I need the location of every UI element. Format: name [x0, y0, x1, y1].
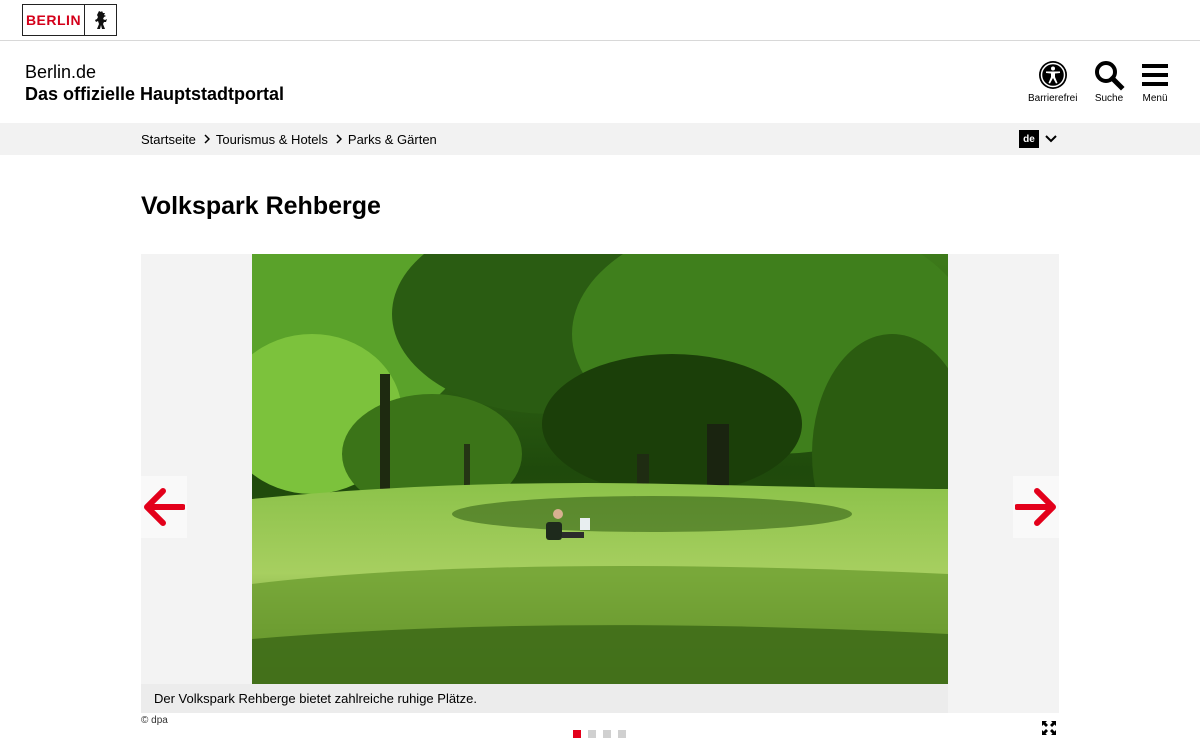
- slide-dot[interactable]: [618, 730, 626, 738]
- breadcrumb-item-tourism[interactable]: Tourismus & Hotels: [216, 132, 328, 147]
- menu-icon: [1141, 59, 1169, 91]
- accessibility-label: Barrierefrei: [1028, 93, 1078, 104]
- arrow-left-icon: [144, 488, 185, 526]
- slide-dot[interactable]: [588, 730, 596, 738]
- accessibility-icon: [1038, 59, 1068, 91]
- search-button[interactable]: Suche: [1093, 59, 1125, 104]
- image-caption: Der Volkspark Rehberge bietet zahlreiche…: [154, 691, 478, 706]
- site-claim[interactable]: Das offizielle Hauptstadtportal: [25, 83, 284, 105]
- menu-button[interactable]: Menü: [1141, 59, 1169, 104]
- site-name[interactable]: Berlin.de: [25, 61, 96, 83]
- chevron-down-icon: [1045, 135, 1057, 143]
- breadcrumb-item-parks[interactable]: Parks & Gärten: [348, 132, 437, 147]
- search-icon: [1093, 59, 1125, 91]
- breadcrumb: Startseite Tourismus & Hotels Parks & Gä…: [141, 123, 437, 155]
- slide-dot[interactable]: [603, 730, 611, 738]
- breadcrumb-item-home[interactable]: Startseite: [141, 132, 196, 147]
- next-slide-button[interactable]: [1013, 476, 1059, 538]
- language-selector[interactable]: de: [1019, 130, 1057, 148]
- accessibility-button[interactable]: Barrierefrei: [1028, 59, 1077, 104]
- menu-label: Menü: [1142, 93, 1168, 104]
- search-label: Suche: [1094, 93, 1124, 104]
- fullscreen-icon[interactable]: [1042, 721, 1056, 735]
- chevron-right-icon: [204, 132, 210, 147]
- slide-indicators: [573, 730, 626, 738]
- arrow-right-icon: [1015, 488, 1056, 526]
- chevron-right-icon: [336, 132, 342, 147]
- image-gallery: Der Volkspark Rehberge bietet zahlreiche…: [141, 254, 1059, 713]
- bear-icon: [85, 5, 116, 35]
- site-header: Berlin.de Das offizielle Hauptstadtporta…: [0, 41, 1200, 123]
- breadcrumb-bar: Startseite Tourismus & Hotels Parks & Gä…: [0, 123, 1200, 155]
- page-title: Volkspark Rehberge: [141, 192, 381, 220]
- logo-text: BERLIN: [23, 5, 85, 35]
- image-credit: © dpa: [141, 715, 168, 726]
- language-code: de: [1019, 130, 1039, 148]
- gallery-photo[interactable]: [252, 254, 948, 684]
- berlin-logo[interactable]: BERLIN: [22, 4, 117, 36]
- caption-box: Der Volkspark Rehberge bietet zahlreiche…: [141, 684, 948, 713]
- top-bar: BERLIN: [0, 0, 1200, 41]
- slide-dot[interactable]: [573, 730, 581, 738]
- previous-slide-button[interactable]: [141, 476, 187, 538]
